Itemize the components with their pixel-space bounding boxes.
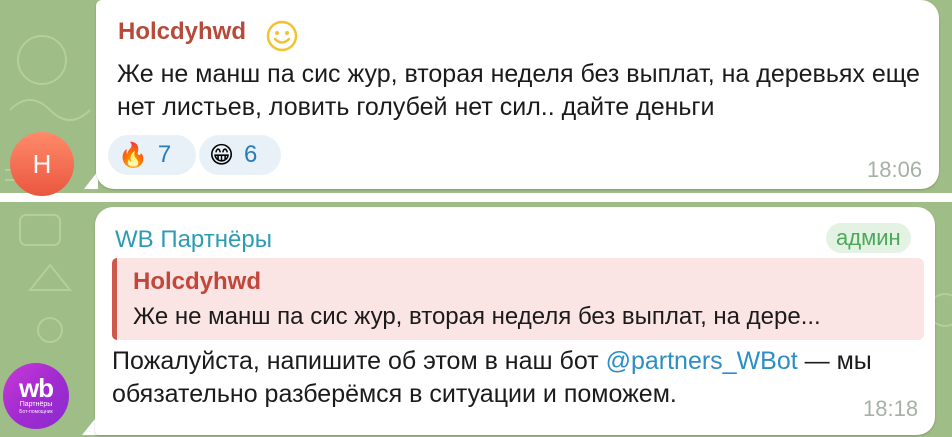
sender-name[interactable]: WB Партнёры	[115, 226, 272, 254]
grin-icon: 😁	[209, 141, 235, 169]
avatar[interactable]: wb Партнёры Бот-помощник	[3, 363, 69, 429]
admin-badge: админ	[826, 223, 911, 253]
message-text: Пожалуйста, напишите об этом в наш бот @…	[112, 345, 902, 411]
sender-name[interactable]: Holcdyhwd	[118, 18, 246, 46]
message-text: Же не манш па сис жур, вторая неделя без…	[117, 60, 920, 121]
avatar[interactable]: Н	[10, 132, 74, 196]
message-time: 18:06	[867, 157, 923, 182]
avatar-initial: Н	[32, 148, 52, 179]
reply-text: Же не манш па сис жур, вторая неделя без…	[133, 303, 821, 330]
reaction-count: 6	[244, 141, 258, 168]
reply-quote[interactable]: Holcdyhwd Же не манш па сис жур, вторая …	[112, 258, 924, 340]
reaction-fire[interactable]: 🔥 7	[108, 135, 196, 175]
screenshot-divider	[0, 193, 952, 202]
reaction-grin[interactable]: 😁 6	[199, 135, 281, 175]
smiley-emoji-icon	[266, 20, 298, 52]
avatar-subtitle: Партнёры	[19, 401, 53, 408]
message-time: 18:18	[863, 396, 919, 421]
fire-icon: 🔥	[118, 141, 148, 169]
avatar-subtitle-2: Бот-помощник	[19, 409, 53, 415]
reply-accent-bar	[112, 258, 117, 340]
bot-link[interactable]: @partners_WBot	[606, 347, 798, 375]
reply-author: Holcdyhwd	[133, 268, 262, 295]
message-text-start: Пожалуйста, напишите об этом в наш бот	[112, 347, 606, 375]
reaction-count: 7	[157, 141, 172, 168]
wb-logo: wb	[18, 373, 54, 403]
